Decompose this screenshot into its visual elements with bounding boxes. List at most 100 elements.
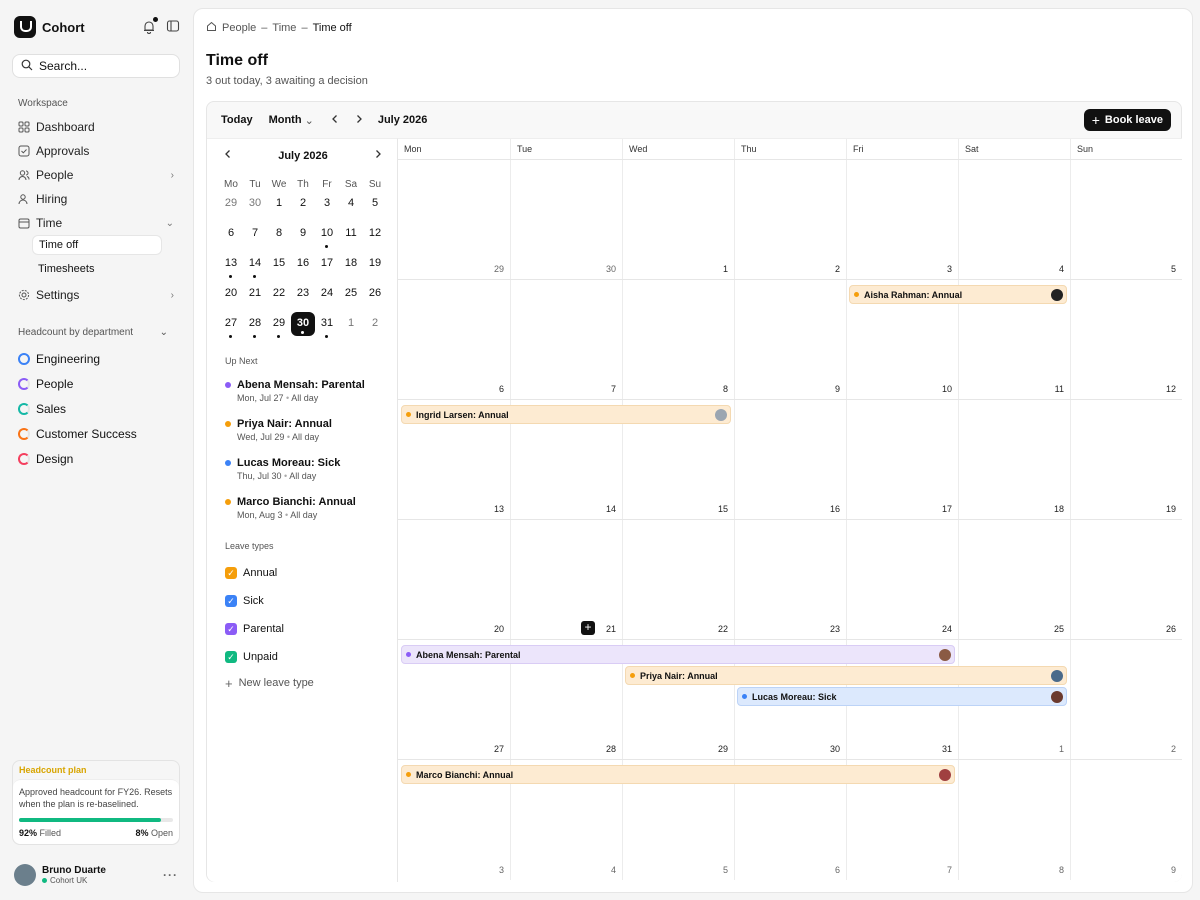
day-cell[interactable]: 8 — [958, 760, 1070, 880]
day-cell[interactable]: 24 — [846, 520, 958, 639]
sidebar-toggle-icon[interactable] — [166, 19, 180, 36]
mini-day[interactable]: 22 — [267, 282, 291, 306]
add-event-button[interactable]: + — [581, 621, 595, 635]
mini-day[interactable]: 30 — [291, 312, 315, 336]
leave-event[interactable]: Abena Mensah: Parental — [401, 645, 955, 664]
day-cell[interactable]: 9 — [734, 280, 846, 399]
sidebar-item-hiring[interactable]: Hiring — [12, 187, 180, 211]
day-cell[interactable]: 22 — [622, 520, 734, 639]
mini-day[interactable]: 31 — [315, 312, 339, 338]
up-next-item[interactable]: Marco Bianchi: Annual Mon, Aug 3 • All da… — [225, 496, 393, 535]
new-leave-type-button[interactable]: + New leave type — [225, 671, 385, 695]
mini-day[interactable]: 16 — [291, 252, 315, 276]
mini-day[interactable]: 1 — [267, 192, 291, 216]
mini-day[interactable]: 2 — [363, 312, 387, 336]
home-icon[interactable] — [206, 21, 217, 35]
prev-month-button[interactable] — [330, 114, 344, 127]
mini-day[interactable]: 10 — [315, 222, 339, 248]
mini-day[interactable]: 21 — [243, 282, 267, 306]
department-item[interactable]: People — [12, 371, 180, 396]
mini-day[interactable]: 14 — [243, 252, 267, 278]
mini-day[interactable]: 12 — [363, 222, 387, 246]
leave-event[interactable]: Lucas Moreau: Sick — [737, 687, 1067, 706]
department-item[interactable]: Engineering — [12, 346, 180, 371]
up-next-item[interactable]: Abena Mensah: Parental Mon, Jul 27 • All … — [225, 379, 393, 418]
day-cell[interactable]: 6 — [398, 280, 510, 399]
leave-type-checkbox[interactable]: ✓ — [225, 595, 237, 607]
day-cell[interactable]: 26 — [1070, 520, 1182, 639]
day-cell[interactable]: 18 — [958, 400, 1070, 519]
mini-prev-button[interactable] — [223, 149, 233, 162]
today-button[interactable]: Today — [221, 114, 253, 126]
mini-day[interactable]: 11 — [339, 222, 363, 246]
headcount-section-header[interactable]: Headcount by department ⌄ — [18, 327, 180, 338]
more-icon[interactable]: ··· — [163, 868, 178, 882]
search-box[interactable]: ⌘K — [12, 54, 211, 78]
sidebar-item-settings[interactable]: Settings › — [12, 283, 180, 307]
mini-day[interactable]: 6 — [219, 222, 243, 246]
mini-day[interactable]: 15 — [267, 252, 291, 276]
mini-day[interactable]: 27 — [219, 312, 243, 338]
mini-day[interactable]: 24 — [315, 282, 339, 306]
mini-day[interactable]: 25 — [339, 282, 363, 306]
book-leave-button[interactable]: + Book leave — [1083, 109, 1171, 131]
leave-event[interactable]: Aisha Rahman: Annual — [849, 285, 1067, 304]
leave-type-checkbox[interactable]: ✓ — [225, 623, 237, 635]
day-cell[interactable]: 30 — [510, 160, 622, 279]
sidebar-item-people[interactable]: People › — [12, 163, 180, 187]
mini-day[interactable]: 9 — [291, 222, 315, 246]
day-cell[interactable]: 4 — [958, 160, 1070, 279]
up-next-item[interactable]: Lucas Moreau: Sick Thu, Jul 30 • All day — [225, 457, 393, 496]
notifications-bell-icon[interactable] — [142, 17, 158, 34]
day-cell[interactable]: 16 — [734, 400, 846, 519]
breadcrumb-time[interactable]: Time — [272, 22, 296, 34]
mini-day[interactable]: 29 — [267, 312, 291, 338]
leave-event[interactable]: Ingrid Larsen: Annual — [401, 405, 731, 424]
sidebar-item-dashboard[interactable]: Dashboard — [12, 115, 180, 139]
mini-day[interactable]: 30 — [243, 192, 267, 216]
day-cell[interactable]: 23 — [734, 520, 846, 639]
sidebar-item-time-off[interactable]: Time off — [32, 235, 162, 255]
sidebar-item-time[interactable]: Time ⌄ — [12, 211, 180, 235]
leave-type-item[interactable]: ✓ Sick — [225, 587, 385, 615]
leave-event[interactable]: Priya Nair: Annual — [625, 666, 1067, 685]
day-cell[interactable]: 5 — [1070, 160, 1182, 279]
department-item[interactable]: Sales — [12, 396, 180, 421]
mini-day[interactable]: 7 — [243, 222, 267, 246]
breadcrumb-people[interactable]: People — [222, 22, 256, 34]
mini-day[interactable]: 17 — [315, 252, 339, 276]
mini-day[interactable]: 20 — [219, 282, 243, 306]
department-item[interactable]: Design — [12, 446, 180, 471]
sidebar-item-timesheets[interactable]: Timesheets — [32, 259, 180, 279]
leave-type-checkbox[interactable]: ✓ — [225, 651, 237, 663]
mini-day[interactable]: 3 — [315, 192, 339, 216]
leave-type-item[interactable]: ✓ Annual — [225, 559, 385, 587]
day-cell[interactable]: 2 — [734, 160, 846, 279]
day-cell[interactable]: 20 — [398, 520, 510, 639]
mini-day[interactable]: 19 — [363, 252, 387, 276]
day-cell[interactable]: 9 — [1070, 760, 1182, 880]
day-cell[interactable]: 21 — [510, 520, 622, 639]
leave-event[interactable]: Marco Bianchi: Annual — [401, 765, 955, 784]
day-cell[interactable]: 29 — [398, 160, 510, 279]
mini-day[interactable]: 28 — [243, 312, 267, 338]
leave-type-item[interactable]: ✓ Parental — [225, 615, 385, 643]
mini-day[interactable]: 8 — [267, 222, 291, 246]
leave-type-item[interactable]: ✓ Unpaid — [225, 643, 385, 671]
mini-day[interactable]: 5 — [363, 192, 387, 216]
next-month-button[interactable] — [354, 114, 368, 127]
department-item[interactable]: Customer Success — [12, 421, 180, 446]
mini-day[interactable]: 4 — [339, 192, 363, 216]
up-next-item[interactable]: Priya Nair: Annual Wed, Jul 29 • All day — [225, 418, 393, 457]
mini-day[interactable]: 18 — [339, 252, 363, 276]
day-cell[interactable]: 1 — [622, 160, 734, 279]
day-cell[interactable]: 8 — [622, 280, 734, 399]
day-cell[interactable]: 2 — [1070, 640, 1182, 759]
mini-day[interactable]: 2 — [291, 192, 315, 216]
day-cell[interactable]: 7 — [510, 280, 622, 399]
day-cell[interactable]: 17 — [846, 400, 958, 519]
mini-day[interactable]: 13 — [219, 252, 243, 278]
day-cell[interactable]: 3 — [846, 160, 958, 279]
day-cell[interactable]: 12 — [1070, 280, 1182, 399]
leave-type-checkbox[interactable]: ✓ — [225, 567, 237, 579]
